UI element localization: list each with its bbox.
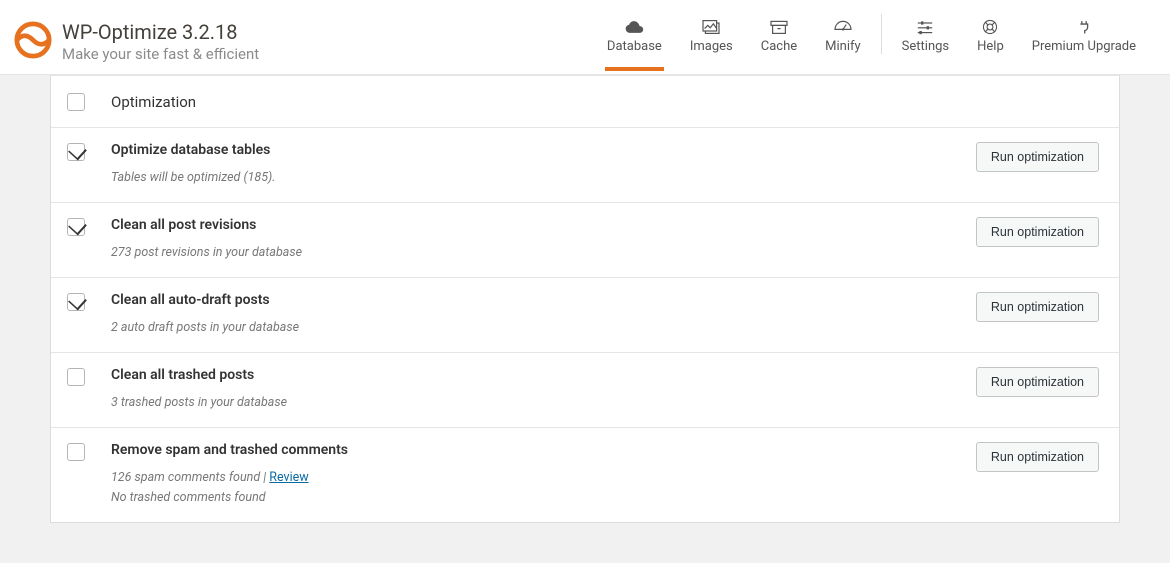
row-subtext: Tables will be optimized (185). (111, 168, 976, 188)
row-subtext: 2 auto draft posts in your database (111, 318, 976, 338)
row-subtext-part: 126 spam comments found | (111, 470, 269, 485)
run-optimization-button[interactable]: Run optimization (976, 442, 1099, 472)
tab-database[interactable]: Database (593, 19, 676, 70)
row-title: Clean all post revisions (111, 217, 976, 233)
tab-label: Cache (761, 39, 797, 54)
tab-label: Premium Upgrade (1032, 39, 1136, 54)
tab-label: Images (690, 39, 733, 54)
life-ring-icon (980, 19, 1000, 35)
run-optimization-button[interactable]: Run optimization (976, 367, 1099, 397)
content-area: Optimization Optimize database tables Ta… (0, 75, 1170, 563)
row-subtext: 126 spam comments found | Review (111, 468, 976, 488)
archive-icon (769, 19, 789, 35)
row-title: Remove spam and trashed comments (111, 442, 976, 458)
row-title: Clean all auto-draft posts (111, 292, 976, 308)
tab-label: Settings (902, 39, 949, 54)
row-title: Clean all trashed posts (111, 367, 976, 383)
row-title: Optimize database tables (111, 142, 976, 158)
tab-cache[interactable]: Cache (747, 19, 811, 70)
cloud-icon (624, 19, 644, 35)
table-row: Clean all auto-draft posts 2 auto draft … (51, 277, 1119, 352)
row-checkbox[interactable] (67, 293, 85, 311)
sliders-icon (915, 19, 935, 35)
tab-premium[interactable]: Premium Upgrade (1018, 19, 1150, 70)
row-checkbox[interactable] (67, 443, 85, 461)
run-optimization-button[interactable]: Run optimization (976, 142, 1099, 172)
table-row: Optimize database tables Tables will be … (51, 127, 1119, 202)
table-row: Clean all post revisions 273 post revisi… (51, 202, 1119, 277)
plug-icon (1074, 19, 1094, 35)
wpo-logo-icon (14, 21, 52, 63)
tab-settings[interactable]: Settings (888, 19, 963, 70)
dashboard-icon (833, 19, 853, 35)
row-checkbox[interactable] (67, 368, 85, 386)
tab-label: Help (977, 39, 1004, 54)
brand: WP-Optimize 3.2.18 Make your site fast &… (14, 21, 259, 63)
row-checkbox[interactable] (67, 143, 85, 161)
tab-help[interactable]: Help (963, 19, 1018, 70)
run-optimization-button[interactable]: Run optimization (976, 292, 1099, 322)
row-subtext: 273 post revisions in your database (111, 243, 976, 263)
table-header-row: Optimization (51, 75, 1119, 127)
images-icon (701, 19, 721, 35)
app-header: WP-Optimize 3.2.18 Make your site fast &… (0, 0, 1170, 75)
table-header-title: Optimization (111, 93, 1099, 111)
table-row: Remove spam and trashed comments 126 spa… (51, 427, 1119, 522)
optimizations-table: Optimization Optimize database tables Ta… (50, 75, 1120, 523)
select-all-checkbox[interactable] (67, 93, 85, 111)
review-link[interactable]: Review (269, 470, 308, 485)
tab-minify[interactable]: Minify (811, 19, 875, 70)
run-optimization-button[interactable]: Run optimization (976, 217, 1099, 247)
main-tabs: Database Images Cache Minify Settings (593, 14, 1150, 70)
tab-label: Database (607, 39, 662, 54)
row-checkbox[interactable] (67, 218, 85, 236)
app-tagline: Make your site fast & efficient (62, 45, 259, 63)
row-subtext: 3 trashed posts in your database (111, 393, 976, 413)
tab-label: Minify (825, 39, 861, 54)
row-subtext-2: No trashed comments found (111, 488, 976, 508)
tab-separator (881, 14, 882, 54)
table-row: Clean all trashed posts 3 trashed posts … (51, 352, 1119, 427)
tab-images[interactable]: Images (676, 19, 747, 70)
app-title: WP-Optimize 3.2.18 (62, 21, 259, 44)
